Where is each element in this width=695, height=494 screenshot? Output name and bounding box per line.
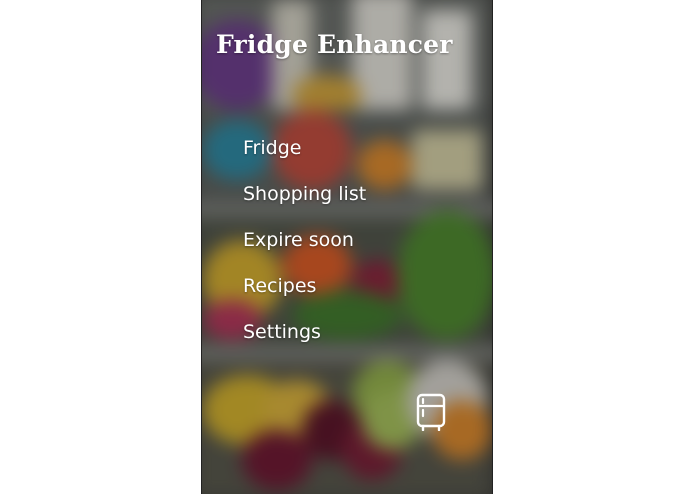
- menu-item-fridge[interactable]: Fridge: [243, 130, 366, 176]
- menu-item-shopping-list[interactable]: Shopping list: [243, 176, 366, 222]
- menu-item-settings[interactable]: Settings: [243, 314, 366, 360]
- app-screen: Fridge Enhancer Fridge Shopping list Exp…: [201, 0, 493, 494]
- menu-item-expire-soon[interactable]: Expire soon: [243, 222, 366, 268]
- main-menu: Fridge Shopping list Expire soon Recipes…: [243, 130, 366, 360]
- fridge-icon: [416, 393, 446, 432]
- menu-item-recipes[interactable]: Recipes: [243, 268, 366, 314]
- fridge-button[interactable]: [416, 393, 446, 432]
- app-title: Fridge Enhancer: [216, 30, 453, 59]
